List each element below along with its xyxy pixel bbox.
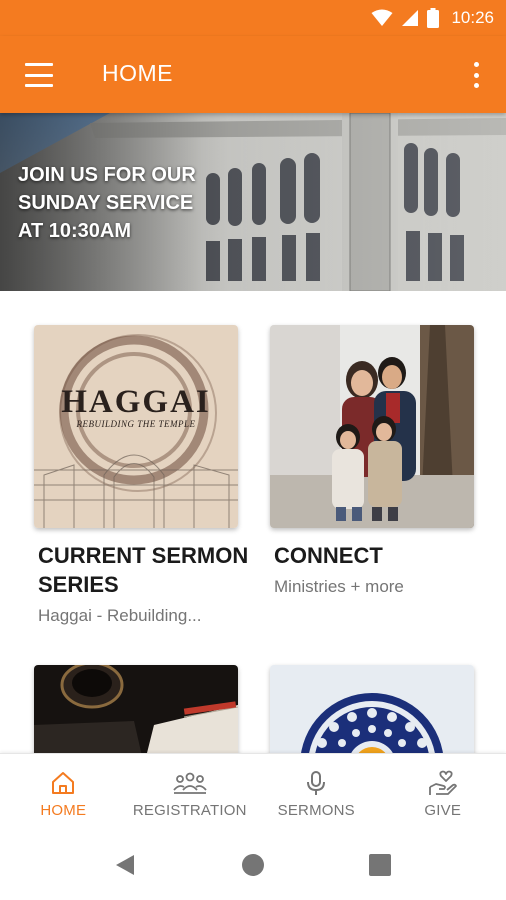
heart-hand-icon — [428, 770, 457, 795]
home-circle-icon[interactable] — [241, 853, 265, 877]
home-icon — [52, 772, 75, 794]
service-banner-text: JOIN US FOR OUR SUNDAY SERVICE AT 10:30A… — [18, 164, 196, 242]
nav-give[interactable]: GIVE — [380, 754, 506, 829]
bible-coffee-image — [34, 665, 238, 765]
card-title: CURRENT SERMON SERIES — [38, 543, 249, 597]
battery-icon — [427, 8, 440, 28]
status-time: 10:26 — [451, 8, 494, 27]
nav-sermons[interactable]: SERMONS — [253, 754, 380, 829]
artwork-subtitle: REBUILDING THE TEMPLE — [76, 419, 196, 429]
card-subtitle: Haggai - Rebuilding... — [38, 606, 202, 625]
nav-registration[interactable]: REGISTRATION — [127, 754, 254, 829]
family-photo — [270, 325, 474, 528]
sermon-series-artwork: HAGGAI REBUILDING THE TEMPLE — [34, 325, 238, 528]
nav-home[interactable]: HOME — [0, 754, 127, 829]
wifi-icon — [371, 9, 393, 26]
nav-registration-label: REGISTRATION — [132, 802, 247, 819]
nav-sermons-label: SERMONS — [277, 802, 355, 819]
bottom-navigation: HOME REGISTRATION SERMONS GIVE — [0, 753, 506, 829]
people-group-icon — [173, 772, 207, 794]
nav-give-label: GIVE — [424, 802, 462, 819]
back-icon[interactable] — [114, 853, 136, 877]
service-banner[interactable]: JOIN US FOR OUR SUNDAY SERVICE AT 10:30A… — [0, 113, 506, 291]
artwork-title: HAGGAI — [61, 384, 211, 420]
card-subtitle: Ministries + more — [274, 577, 404, 596]
status-bar: 10:26 — [0, 0, 506, 36]
mandala-logo-image — [270, 665, 474, 765]
nav-home-label: HOME — [40, 802, 87, 819]
page-title: HOME — [102, 60, 173, 86]
more-vertical-icon[interactable] — [468, 62, 484, 88]
app-bar: HOME — [0, 36, 506, 113]
status-icons: 10:26 — [371, 6, 494, 30]
recents-square-icon[interactable] — [369, 854, 391, 876]
microphone-icon — [307, 771, 326, 795]
card-title: CONNECT — [274, 543, 383, 568]
system-navigation-bar — [0, 829, 506, 900]
signal-icon — [402, 10, 419, 26]
hamburger-menu-icon[interactable] — [22, 60, 56, 90]
